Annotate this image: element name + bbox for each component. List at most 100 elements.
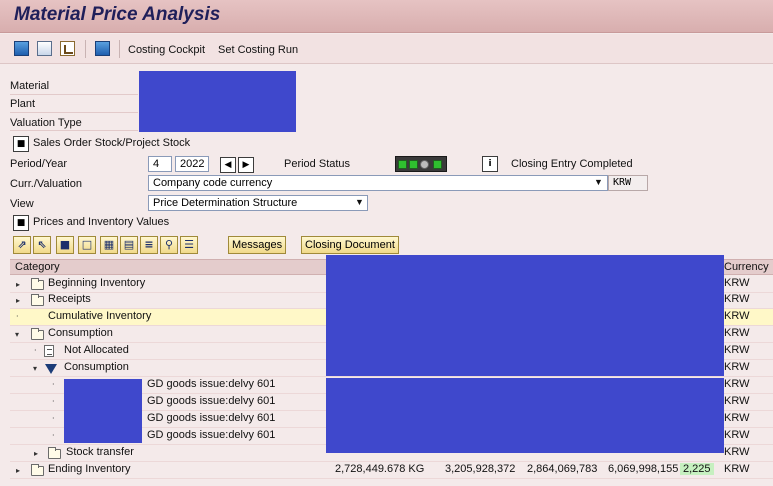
- row-currency: KRW: [724, 277, 750, 289]
- expand-arrow-icon[interactable]: ▸: [16, 296, 20, 305]
- document-icon: [44, 345, 54, 357]
- row-currency: KRW: [724, 412, 750, 424]
- folder-icon: [31, 294, 44, 306]
- view-select[interactable]: Price Determination Structure: [148, 195, 368, 211]
- ending-price-cell: 2,225: [680, 463, 714, 475]
- redacted-material-block: [64, 379, 142, 443]
- ending-value-2: 2,864,069,783: [527, 463, 598, 475]
- redacted-values-block: [326, 378, 724, 453]
- hierarchy-view-icon[interactable]: ☰: [180, 236, 198, 254]
- list-icon[interactable]: [37, 41, 52, 56]
- collapse-toggle-icon[interactable]: ■: [13, 215, 29, 231]
- window-title: Material Price Analysis: [14, 4, 221, 25]
- row-label: Cumulative Inventory: [48, 310, 152, 322]
- table-view-icon[interactable]: ▤: [120, 236, 138, 254]
- bullet-icon: ·: [52, 380, 55, 389]
- bullet-icon: ·: [34, 346, 37, 355]
- row-currency: KRW: [724, 395, 750, 407]
- costing-cockpit-button[interactable]: Costing Cockpit: [128, 44, 205, 56]
- next-period-button[interactable]: ▶: [238, 157, 254, 173]
- title-bar: Material Price Analysis: [0, 0, 773, 33]
- period-input[interactable]: 4: [148, 156, 172, 172]
- closing-status-text: Closing Entry Completed: [511, 158, 633, 170]
- toolbar-separator: [119, 40, 120, 58]
- row-label: Consumption: [64, 361, 129, 373]
- funnel-icon: [45, 364, 57, 374]
- row-currency: KRW: [724, 344, 750, 356]
- redacted-values-block: [326, 255, 724, 376]
- period-status-lights: [395, 156, 447, 172]
- period-year-label: Period/Year: [10, 158, 68, 170]
- row-label: Ending Inventory: [48, 463, 131, 475]
- expand-arrow-icon[interactable]: ▸: [34, 449, 38, 458]
- details-icon[interactable]: ≡: [140, 236, 158, 254]
- material-label: Material: [10, 80, 50, 92]
- status-light-icon: [409, 160, 418, 169]
- row-currency: KRW: [724, 361, 750, 373]
- print-icon[interactable]: [95, 41, 110, 56]
- row-currency: KRW: [724, 310, 750, 322]
- closing-document-label: Closing Document: [305, 239, 395, 251]
- row-label: Consumption: [48, 327, 113, 339]
- row-currency: KRW: [724, 429, 750, 441]
- row-label: GD goods issue:delvy 601: [147, 412, 276, 424]
- print-list-icon[interactable]: □: [78, 236, 96, 254]
- set-costing-run-button[interactable]: Set Costing Run: [218, 44, 298, 56]
- plant-label: Plant: [10, 98, 36, 110]
- ending-quantity: 2,728,449.678 KG: [335, 463, 425, 475]
- column-category: Category: [15, 261, 60, 273]
- row-label: GD goods issue:delvy 601: [147, 395, 276, 407]
- collapse-all-icon[interactable]: ⇖: [33, 236, 51, 254]
- previous-period-button[interactable]: ◀: [220, 157, 236, 173]
- status-light-icon: [398, 160, 407, 169]
- folder-icon: [31, 278, 44, 290]
- expand-arrow-icon[interactable]: ▸: [16, 466, 20, 475]
- search-icon[interactable]: ⚲: [160, 236, 178, 254]
- refresh-icon[interactable]: [14, 41, 29, 56]
- expand-toggle-icon[interactable]: ■: [13, 136, 29, 152]
- chevron-down-icon[interactable]: ▼: [355, 197, 364, 207]
- row-currency: KRW: [724, 327, 750, 339]
- row-currency: KRW: [724, 293, 750, 305]
- row-label: Stock transfer: [66, 446, 134, 458]
- currency-code-field: KRW: [608, 175, 648, 191]
- prices-inventory-label: Prices and Inventory Values: [33, 216, 170, 228]
- application-toolbar: [0, 34, 773, 64]
- folder-icon: [31, 328, 44, 340]
- row-label: GD goods issue:delvy 601: [147, 378, 276, 390]
- row-label: Receipts: [48, 293, 91, 305]
- ending-value-3: 6,069,998,155: [608, 463, 679, 475]
- find-icon[interactable]: ■: [56, 236, 74, 254]
- row-currency: KRW: [724, 463, 750, 475]
- currency-valuation-select[interactable]: Company code currency: [148, 175, 608, 191]
- hierarchy-icon[interactable]: [60, 41, 75, 56]
- chevron-down-icon[interactable]: ▼: [594, 177, 603, 187]
- layout-icon[interactable]: ▦: [100, 236, 118, 254]
- row-currency: KRW: [724, 446, 750, 458]
- valuation-type-label: Valuation Type: [10, 117, 82, 129]
- folder-icon: [48, 447, 61, 459]
- bullet-icon: ·: [52, 431, 55, 440]
- bullet-icon: ·: [52, 414, 55, 423]
- messages-button[interactable]: Messages: [228, 236, 287, 254]
- status-light-icon: [420, 160, 429, 169]
- folder-icon: [31, 464, 44, 476]
- closing-document-button[interactable]: Closing Document: [301, 236, 399, 254]
- redacted-material-block: [139, 71, 296, 132]
- view-label: View: [10, 198, 34, 210]
- row-label: Not Allocated: [64, 344, 129, 356]
- toolbar-separator: [85, 40, 86, 58]
- bullet-icon: ·: [16, 312, 19, 321]
- column-currency: Currency: [724, 261, 769, 273]
- expand-all-icon[interactable]: ⇗: [13, 236, 31, 254]
- messages-label: Messages: [232, 239, 283, 251]
- row-label: Beginning Inventory: [48, 277, 146, 289]
- curr-valuation-label: Curr./Valuation: [10, 178, 82, 190]
- expand-arrow-icon[interactable]: ▸: [16, 280, 20, 289]
- collapse-arrow-icon[interactable]: ▾: [15, 330, 19, 339]
- info-icon[interactable]: i: [482, 156, 498, 172]
- sales-order-stock-label: Sales Order Stock/Project Stock: [33, 137, 191, 149]
- row-label: GD goods issue:delvy 601: [147, 429, 276, 441]
- year-input[interactable]: 2022: [175, 156, 209, 172]
- collapse-arrow-icon[interactable]: ▾: [33, 364, 37, 373]
